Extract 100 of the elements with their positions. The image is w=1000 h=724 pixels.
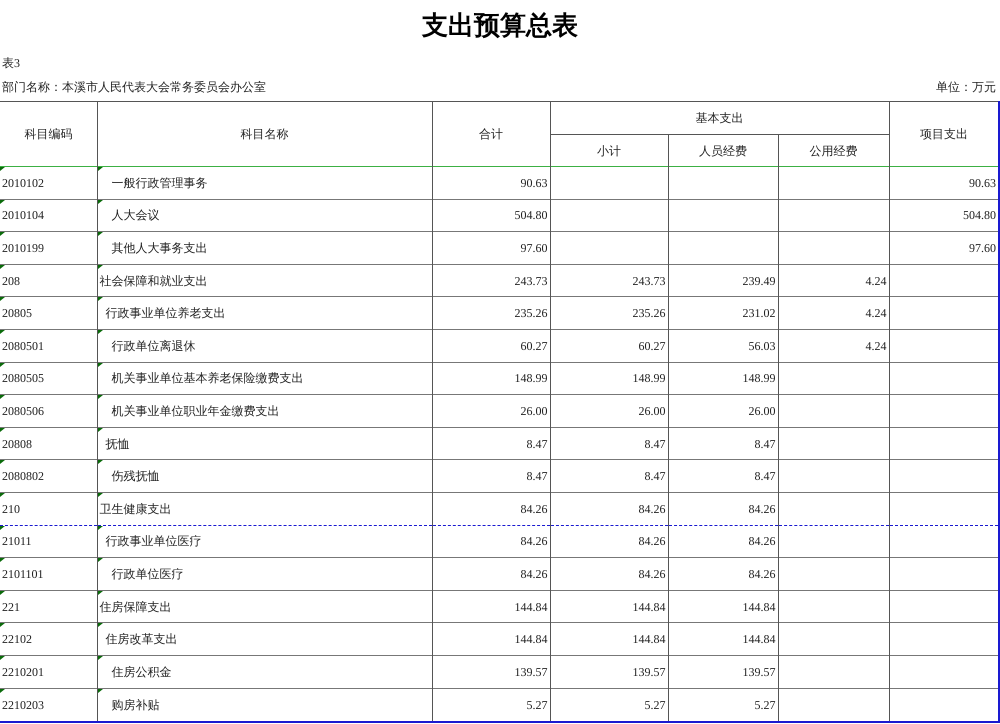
cell-marker-icon <box>98 297 102 302</box>
department-name: 部门名称：本溪市人民代表大会常务委员会办公室 <box>2 78 266 96</box>
amount-text: 139.57 <box>514 664 548 679</box>
item-name: 抚恤 <box>106 436 130 451</box>
amount-text: 84.26 <box>748 502 776 516</box>
item-name: 行政单位医疗 <box>112 566 184 581</box>
amount-text: 4.24 <box>866 274 887 288</box>
amount-text: 144.84 <box>632 632 666 646</box>
item-name: 购房补贴 <box>112 698 160 712</box>
column-header: 项目支出 <box>920 127 968 141</box>
item-name: 人大会议 <box>112 208 160 222</box>
cell-marker-icon <box>0 200 5 204</box>
amount-text: 148.99 <box>514 371 548 386</box>
code-text: 208 <box>2 274 20 288</box>
amount-text: 97.60 <box>969 240 996 255</box>
amount-text: 239.49 <box>742 274 776 288</box>
item-name: 住房保障支出 <box>100 600 172 614</box>
code-text: 2010104 <box>2 208 44 222</box>
code-text: 22102 <box>2 632 32 646</box>
amount-text: 231.02 <box>742 306 776 320</box>
cell-marker-icon <box>98 623 102 628</box>
code-text: 210 <box>2 502 20 516</box>
cell-marker-icon <box>98 330 102 334</box>
item-name: 伤残抚恤 <box>112 469 160 484</box>
unit-label: 单位：万元 <box>936 78 996 96</box>
amount-text: 8.47 <box>526 436 548 451</box>
item-name: 住房公积金 <box>112 664 172 679</box>
code-text: 20805 <box>2 306 32 320</box>
amount-text: 84.26 <box>638 534 666 548</box>
item-name: 住房改革支出 <box>106 632 178 646</box>
item-name: 一般行政管理事务 <box>112 176 208 190</box>
cell-marker-icon <box>0 330 5 334</box>
cell-marker-icon <box>0 167 5 171</box>
amount-text: 60.27 <box>520 338 548 353</box>
amount-text: 144.84 <box>514 632 548 646</box>
cell-marker-icon <box>0 590 5 595</box>
item-name: 行政单位离退休 <box>112 338 196 353</box>
item-name: 行政事业单位医疗 <box>106 534 202 548</box>
cell-marker-icon <box>0 492 5 497</box>
code-text: 2080802 <box>2 469 44 484</box>
code-text: 221 <box>2 600 20 614</box>
code-text: 21011 <box>2 534 32 548</box>
amount-text: 139.57 <box>742 664 776 679</box>
column-header: 科目编码 <box>24 127 72 141</box>
code-text: 20808 <box>2 436 32 451</box>
amount-text: 144.84 <box>742 600 776 614</box>
amount-text: 504.80 <box>514 208 548 222</box>
amount-text: 26.00 <box>638 404 666 418</box>
item-name: 行政事业单位养老支出 <box>106 306 226 320</box>
amount-text: 243.73 <box>514 274 548 288</box>
cell-marker-icon <box>98 590 102 595</box>
cell-marker-icon <box>0 264 5 269</box>
amount-text: 148.99 <box>742 371 776 386</box>
cell-marker-icon <box>0 623 5 628</box>
amount-text: 235.26 <box>514 306 548 320</box>
amount-text: 139.57 <box>632 664 666 679</box>
amount-text: 26.00 <box>520 404 548 418</box>
amount-text: 504.80 <box>963 208 996 222</box>
amount-text: 56.03 <box>748 338 776 353</box>
amount-text: 144.84 <box>632 600 666 614</box>
amount-text: 84.26 <box>520 566 548 581</box>
code-text: 2210201 <box>2 664 44 679</box>
code-text: 2080505 <box>2 371 44 386</box>
amount-text: 84.26 <box>748 566 776 581</box>
amount-text: 84.26 <box>520 502 548 516</box>
cell-marker-icon <box>98 492 102 497</box>
amount-text: 8.47 <box>644 469 666 484</box>
cell-marker-icon <box>98 688 102 692</box>
amount-text: 60.27 <box>638 338 666 353</box>
item-name: 机关事业单位职业年金缴费支出 <box>112 404 280 418</box>
amount-text: 5.27 <box>754 698 776 712</box>
cell-marker-icon <box>98 264 102 269</box>
cell-marker-icon <box>0 526 5 530</box>
report-title: 支出预算总表 <box>422 10 578 42</box>
amount-text: 90.63 <box>520 176 548 190</box>
cell-marker-icon <box>98 232 102 236</box>
column-header: 基本支出 <box>696 111 744 125</box>
amount-text: 90.63 <box>969 176 996 190</box>
cell-marker-icon <box>98 526 102 530</box>
code-text: 2080506 <box>2 404 44 418</box>
cell-marker-icon <box>98 558 102 562</box>
cell-marker-icon <box>0 688 5 692</box>
cell-marker-icon <box>0 362 5 367</box>
amount-text: 8.47 <box>754 436 776 451</box>
cell-marker-icon <box>0 297 5 302</box>
code-text: 2210203 <box>2 698 44 712</box>
cell-marker-icon <box>0 395 5 400</box>
code-text: 2080501 <box>2 338 44 353</box>
amount-text: 4.24 <box>866 306 887 320</box>
amount-text: 8.47 <box>526 469 548 484</box>
amount-text: 235.26 <box>632 306 666 320</box>
code-text: 2101101 <box>2 566 44 581</box>
column-header: 人员经费 <box>699 144 747 158</box>
cell-marker-icon <box>98 428 102 432</box>
table-number: 表3 <box>2 55 20 72</box>
amount-text: 8.47 <box>754 469 776 484</box>
column-header: 科目名称 <box>240 127 288 141</box>
amount-text: 5.27 <box>526 698 548 712</box>
amount-text: 84.26 <box>638 566 666 581</box>
cell-marker-icon <box>0 428 5 432</box>
